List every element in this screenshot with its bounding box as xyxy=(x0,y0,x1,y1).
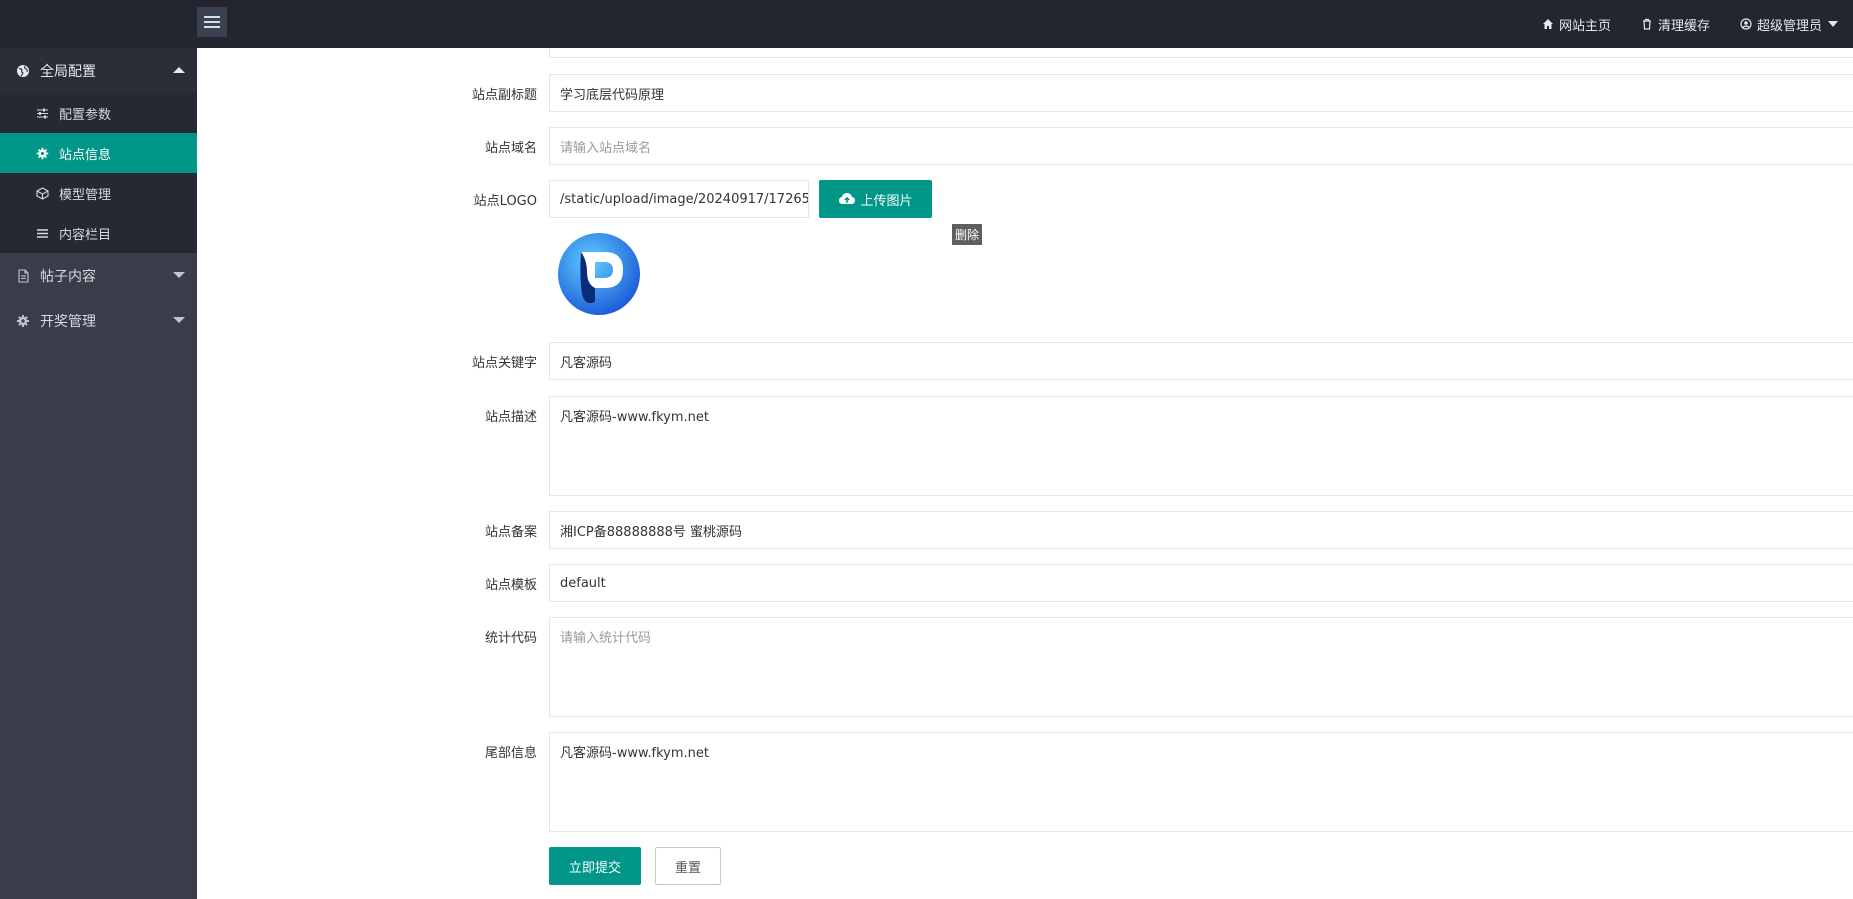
stats-label: 统计代码 xyxy=(484,631,537,646)
sliders-icon xyxy=(37,108,48,118)
upload-image-button[interactable]: 上传图片 xyxy=(819,180,932,218)
description-text: 凡客源码-www.fkym.net xyxy=(560,410,709,425)
document-icon xyxy=(18,268,29,283)
logo-label: 站点LOGO xyxy=(473,194,537,209)
subtitle-input[interactable]: 学习底层代码原理 xyxy=(549,74,1853,112)
form-row-template: 站点模板 default xyxy=(197,564,1853,602)
template-selected-value: default xyxy=(560,575,606,591)
sidebar-group-global-config[interactable]: 全局配置 xyxy=(0,48,197,93)
previous-field[interactable] xyxy=(549,48,1853,58)
chevron-down-icon xyxy=(1828,21,1838,27)
gear-icon xyxy=(36,147,49,159)
site-logo-preview xyxy=(558,233,640,315)
stats-textarea[interactable]: 请输入统计代码 xyxy=(549,617,1853,717)
chevron-down-icon xyxy=(173,272,185,278)
clear-cache-label: 清理缓存 xyxy=(1657,18,1710,34)
reset-button[interactable]: 重置 xyxy=(655,847,721,885)
upload-button-label: 上传图片 xyxy=(860,193,913,209)
chevron-up-icon xyxy=(173,67,185,73)
stats-placeholder: 请输入统计代码 xyxy=(560,631,652,646)
footer-label: 尾部信息 xyxy=(484,746,537,761)
admin-label: 超级管理员 xyxy=(1756,18,1822,34)
home-link[interactable]: 网站主页 xyxy=(1527,0,1626,48)
sidebar-item-content-columns[interactable]: 内容栏目 xyxy=(0,213,197,253)
subtitle-label: 站点副标题 xyxy=(471,88,537,103)
sidebar-item-label: 站点信息 xyxy=(59,147,112,163)
sidebar-group-label: 开奖管理 xyxy=(40,313,96,330)
cloud-upload-icon xyxy=(839,193,856,204)
sidebar-item-model-manage[interactable]: 模型管理 xyxy=(0,173,197,213)
logo-path-input[interactable]: /static/upload/image/20240917/1726584 xyxy=(549,180,809,218)
hamburger-icon xyxy=(204,16,220,18)
list-icon xyxy=(37,228,48,238)
footer-text: 凡客源码-www.fkym.net xyxy=(560,746,709,761)
user-circle-icon xyxy=(1740,18,1752,30)
header-links: 网站主页 清理缓存 超级管理员 xyxy=(1527,0,1853,48)
sidebar-item-label: 内容栏目 xyxy=(59,227,112,243)
delete-logo-button[interactable]: 删除 xyxy=(952,224,983,245)
form-row-keywords: 站点关键字 凡客源码 xyxy=(197,342,1853,380)
clear-cache-link[interactable]: 清理缓存 xyxy=(1626,0,1725,48)
cube-icon xyxy=(36,186,49,200)
template-select[interactable]: default xyxy=(549,564,1853,602)
sidebar-group-label: 全局配置 xyxy=(40,63,96,80)
form-row-stats: 统计代码 请输入统计代码 xyxy=(197,617,1853,717)
logo-area xyxy=(0,0,197,48)
home-icon xyxy=(1542,19,1553,29)
sidebar-group-posts[interactable]: 帖子内容 xyxy=(0,253,197,298)
home-link-label: 网站主页 xyxy=(1558,18,1611,34)
keywords-input[interactable]: 凡客源码 xyxy=(549,342,1853,380)
form-row-icp: 站点备案 湘ICP备88888888号 蜜桃源码 xyxy=(197,511,1853,549)
sidebar-group-lottery[interactable]: 开奖管理 xyxy=(0,298,197,343)
sidebar-group-label: 帖子内容 xyxy=(40,268,96,285)
sidebar-item-label: 模型管理 xyxy=(59,187,112,203)
site-info-form: 站点副标题 学习底层代码原理 站点域名 请输入站点域名 站点LOGO /stat… xyxy=(197,48,1853,899)
form-row-subtitle: 站点副标题 学习底层代码原理 xyxy=(197,74,1853,112)
sidebar: 全局配置 配置参数 站点信息 模型管理 内容栏目 帖子内容 开奖管理 xyxy=(0,48,197,899)
description-textarea[interactable]: 凡客源码-www.fkym.net xyxy=(549,396,1853,496)
globe-icon xyxy=(17,64,29,77)
sidebar-item-label: 配置参数 xyxy=(59,107,112,123)
top-header: 网站主页 清理缓存 超级管理员 xyxy=(0,0,1853,48)
form-row-domain: 站点域名 请输入站点域名 xyxy=(197,127,1853,165)
sidebar-submenu: 配置参数 站点信息 模型管理 内容栏目 xyxy=(0,93,197,253)
sidebar-item-site-info[interactable]: 站点信息 xyxy=(0,133,197,173)
admin-menu[interactable]: 超级管理员 xyxy=(1725,0,1853,48)
icp-label: 站点备案 xyxy=(484,525,537,540)
domain-label: 站点域名 xyxy=(484,141,537,156)
icp-input[interactable]: 湘ICP备88888888号 蜜桃源码 xyxy=(549,511,1853,549)
footer-textarea[interactable]: 凡客源码-www.fkym.net xyxy=(549,732,1853,832)
form-row-footer: 尾部信息 凡客源码-www.fkym.net xyxy=(197,732,1853,832)
keywords-label: 站点关键字 xyxy=(471,356,537,371)
form-row-logo: 站点LOGO /static/upload/image/20240917/172… xyxy=(197,180,1853,340)
menu-toggle-button[interactable] xyxy=(197,7,227,37)
description-label: 站点描述 xyxy=(484,410,537,425)
chevron-down-icon xyxy=(173,317,185,323)
form-row-description: 站点描述 凡客源码-www.fkym.net xyxy=(197,396,1853,496)
domain-input[interactable]: 请输入站点域名 xyxy=(549,127,1853,165)
submit-button[interactable]: 立即提交 xyxy=(549,847,641,885)
trash-icon xyxy=(1642,18,1651,30)
sidebar-item-config-params[interactable]: 配置参数 xyxy=(0,93,197,133)
template-label: 站点模板 xyxy=(484,578,537,593)
gear-icon xyxy=(17,314,29,327)
